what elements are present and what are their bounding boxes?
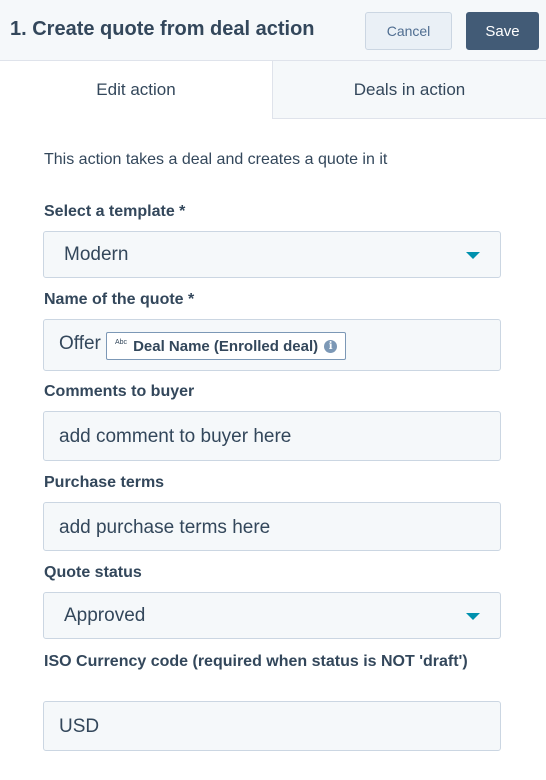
deal-name-token[interactable]: Abc Deal Name (Enrolled deal) i	[106, 332, 347, 360]
template-select-value: Modern	[64, 244, 129, 265]
tab-edit-action[interactable]: Edit action	[0, 61, 272, 119]
token-label: Deal Name (Enrolled deal)	[133, 337, 319, 355]
chevron-down-icon	[466, 252, 480, 259]
currency-input-value: USD	[59, 716, 100, 737]
quote-status-select-value: Approved	[64, 605, 146, 626]
info-icon[interactable]: i	[324, 339, 338, 353]
cancel-button[interactable]: Cancel	[365, 12, 452, 50]
tab-deals-in-action[interactable]: Deals in action	[272, 61, 546, 119]
quote-name-label: Name of the quote *	[44, 291, 195, 308]
currency-label: ISO Currency code (required when status …	[44, 653, 468, 670]
token-type-label: Abc	[115, 338, 128, 346]
comments-input-value: add comment to buyer here	[59, 426, 292, 447]
panel-title: 1. Create quote from deal action	[10, 18, 315, 40]
purchase-terms-input-value: add purchase terms here	[59, 517, 271, 538]
panel-header: 1. Create quote from deal action Cancel …	[0, 0, 546, 61]
purchase-terms-input[interactable]: add purchase terms here	[43, 502, 501, 551]
currency-input[interactable]: USD	[43, 701, 501, 751]
quote-name-prefix: Offer	[59, 333, 101, 354]
comments-input[interactable]: add comment to buyer here	[43, 411, 501, 461]
chevron-down-icon	[466, 613, 480, 620]
template-label: Select a template *	[44, 203, 186, 220]
quote-status-select[interactable]: Approved	[43, 592, 501, 639]
purchase-terms-label: Purchase terms	[44, 474, 165, 491]
tab-bar: Edit action Deals in action	[0, 61, 546, 119]
action-description: This action takes a deal and creates a q…	[44, 151, 388, 168]
quote-status-label: Quote status	[44, 564, 142, 581]
template-select[interactable]: Modern	[43, 231, 501, 278]
comments-label: Comments to buyer	[44, 383, 195, 400]
save-button[interactable]: Save	[466, 12, 539, 50]
quote-name-field[interactable]: Offer Abc Deal Name (Enrolled deal) i	[43, 319, 501, 371]
